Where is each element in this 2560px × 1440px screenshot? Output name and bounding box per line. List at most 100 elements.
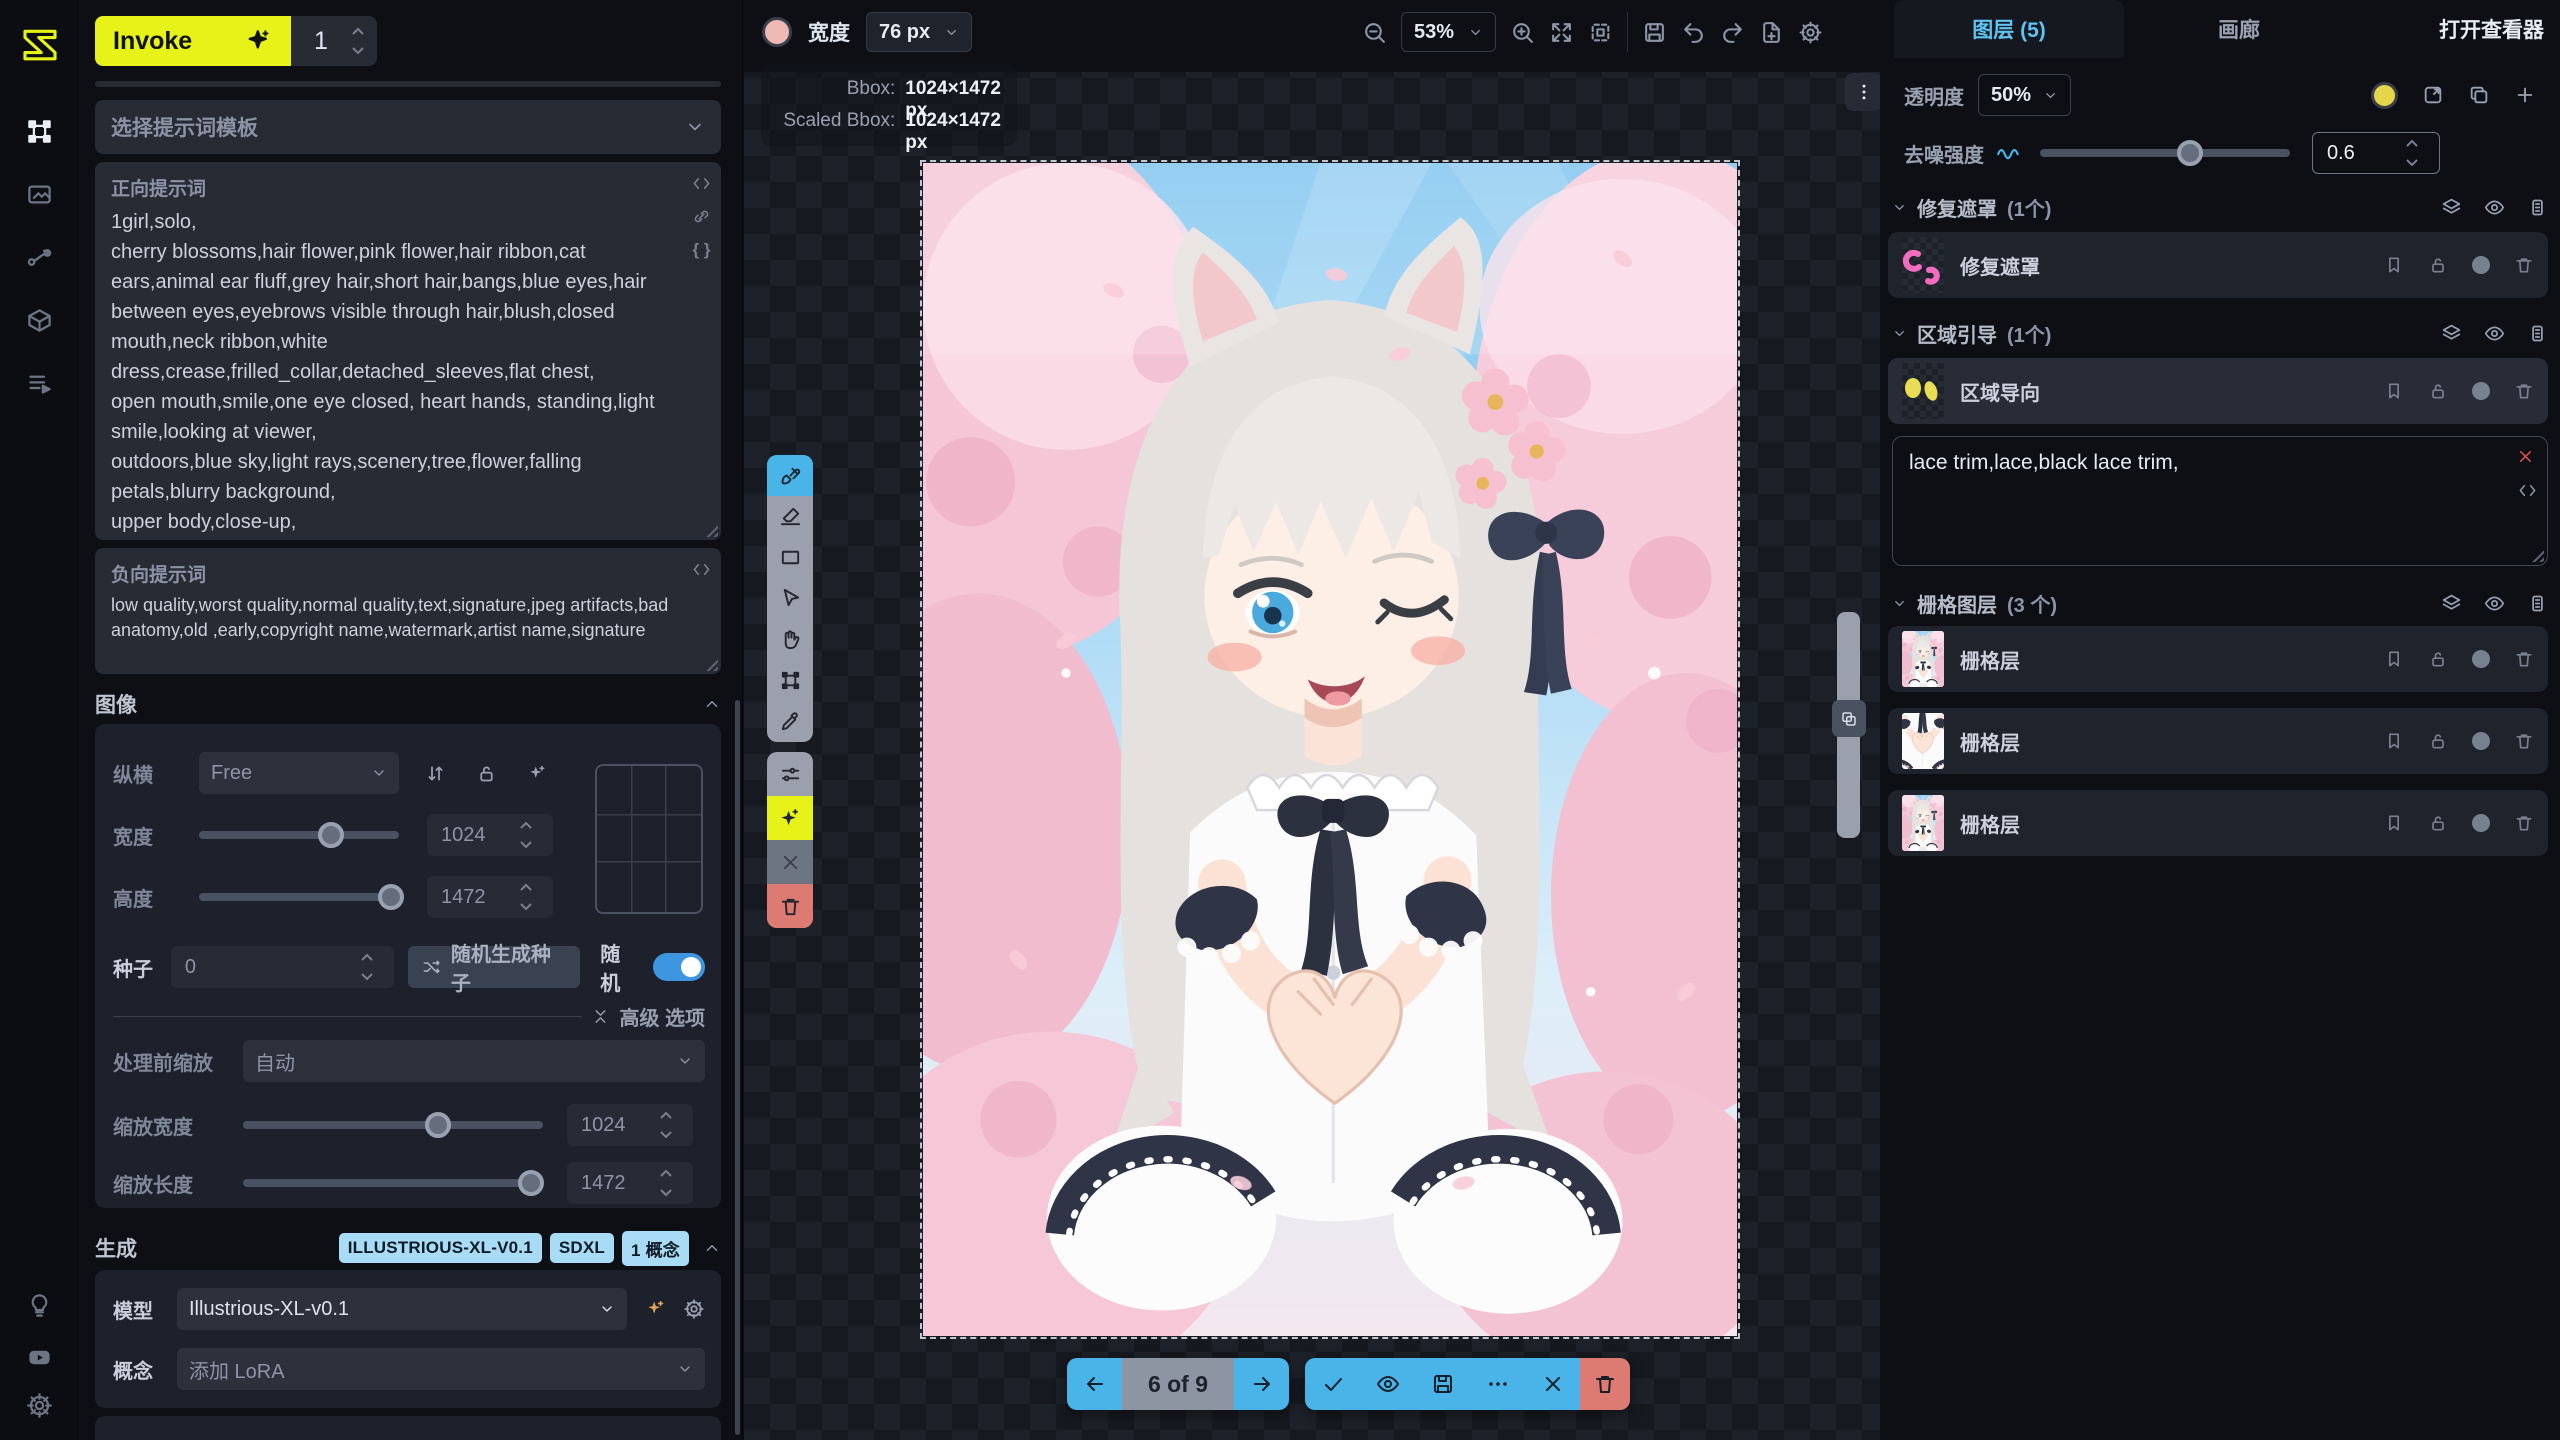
lock-icon[interactable] (2428, 731, 2448, 751)
regional-guidance-layer-row[interactable]: 区域导向 (1888, 358, 2548, 424)
trash-icon[interactable] (2514, 381, 2534, 401)
layer-color-dot[interactable] (2472, 732, 2490, 750)
pan-tool[interactable] (767, 619, 813, 660)
model-select[interactable]: Illustrious-XL-v0.1 (177, 1288, 627, 1330)
frame-icon[interactable] (2527, 323, 2548, 344)
merge-layers-icon[interactable] (2441, 323, 2462, 344)
layer-color-dot[interactable] (2472, 650, 2490, 668)
new-canvas-icon[interactable] (1759, 20, 1784, 45)
nav-queue-icon[interactable] (26, 370, 53, 397)
bookmark-icon[interactable] (2384, 255, 2404, 275)
zoom-in-icon[interactable] (1510, 20, 1535, 45)
canvas-settings-gear-icon[interactable] (1798, 20, 1823, 45)
layer-color-dot[interactable] (2472, 256, 2490, 274)
inpaint-mask-layer-row[interactable]: 修复遮罩 (1888, 232, 2548, 298)
zoom-level-select[interactable]: 53% (1401, 12, 1496, 52)
canvas-menu-button[interactable] (1845, 73, 1880, 111)
staging-discard-button[interactable] (1580, 1358, 1630, 1410)
raster-layer-row[interactable]: 栅格层 (1888, 790, 2548, 856)
lock-icon[interactable] (2428, 255, 2448, 275)
undo-icon[interactable] (1681, 20, 1706, 45)
image-section-header[interactable]: 图像 (95, 686, 721, 722)
generation-section-header[interactable]: 生成 ILLUSTRIOUS-XL-V0.1 SDXL 1 概念 (95, 1230, 721, 1266)
invoke-button[interactable]: Invoke (95, 16, 291, 66)
eyedropper-tool[interactable] (767, 701, 813, 742)
staging-accept-button[interactable] (1305, 1358, 1360, 1410)
height-input[interactable]: 1472 (427, 876, 553, 918)
scale-before-select[interactable]: 自动 (243, 1040, 705, 1082)
tab-gallery[interactable]: 画廊 (2124, 0, 2354, 58)
trash-icon[interactable] (2514, 731, 2534, 751)
regional-prompt-box[interactable]: lace trim,lace,black lace trim, (1892, 436, 2548, 566)
fit-bbox-icon[interactable] (1588, 20, 1613, 45)
link-icon[interactable] (692, 207, 711, 226)
model-settings-gear-icon[interactable] (683, 1298, 705, 1320)
tab-layers[interactable]: 图层 (5) (1894, 0, 2124, 58)
positive-prompt-text[interactable]: 1girl,solo, cherry blossoms,hair flower,… (111, 207, 675, 537)
staging-save-button[interactable] (1415, 1358, 1470, 1410)
brush-tool[interactable] (767, 455, 813, 496)
seed-input[interactable]: 0 (171, 946, 394, 988)
resize-handle[interactable] (703, 656, 718, 671)
rect-tool[interactable] (767, 537, 813, 578)
layer-color-dot[interactable] (2472, 814, 2490, 832)
brush-color-swatch[interactable] (762, 17, 792, 47)
layer-color-swatch[interactable] (2371, 82, 2398, 109)
select-tool[interactable] (767, 578, 813, 619)
bookmark-icon[interactable] (2384, 649, 2404, 669)
model-sparkle-icon[interactable] (645, 1298, 667, 1320)
nav-models-icon[interactable] (26, 307, 53, 334)
width-slider[interactable] (199, 831, 399, 839)
scaled-width-slider[interactable] (243, 1121, 543, 1129)
code-toggle-icon[interactable] (692, 174, 711, 193)
lock-aspect-icon[interactable] (476, 763, 497, 784)
trash-icon[interactable] (2514, 255, 2534, 275)
height-slider[interactable] (199, 893, 399, 901)
negative-prompt-text[interactable]: low quality,worst quality,normal quality… (111, 593, 675, 643)
denoise-input[interactable]: 0.6 (2312, 132, 2440, 174)
canvas-workspace[interactable]: 宽度 76 px 53% Bbox: 1024 (744, 0, 1880, 1440)
nav-workflows-icon[interactable] (26, 244, 53, 271)
queue-count-stepper[interactable]: 1 (291, 16, 377, 66)
raster-layer-row[interactable]: 栅格层 (1888, 708, 2548, 774)
filter-tool[interactable] (767, 752, 813, 796)
layer-color-dot[interactable] (2472, 382, 2490, 400)
add-lora-select[interactable]: 添加 LoRA (177, 1348, 705, 1390)
eraser-tool[interactable] (767, 496, 813, 537)
discard-tool[interactable] (767, 884, 813, 928)
eye-icon[interactable] (2484, 323, 2505, 344)
nav-canvas-icon[interactable] (26, 118, 53, 145)
zoom-out-icon[interactable] (1362, 20, 1387, 45)
bookmark-icon[interactable] (2384, 381, 2404, 401)
regional-guidance-group-header[interactable]: 区域引导 (1个) (1892, 318, 2548, 348)
lock-icon[interactable] (2428, 381, 2448, 401)
staging-cancel-button[interactable] (1525, 1358, 1580, 1410)
raster-layer-row[interactable]: 栅格层 (1888, 626, 2548, 692)
generated-image[interactable] (923, 163, 1737, 1336)
fit-layer-icon[interactable] (2422, 84, 2444, 106)
transform-tool[interactable] (767, 660, 813, 701)
positive-prompt-box[interactable]: 正向提示词 1girl,solo, cherry blossoms,hair f… (95, 162, 721, 540)
prompt-template-selector[interactable]: 选择提示词模板 (95, 100, 721, 154)
clear-prompt-x-icon[interactable] (2516, 447, 2535, 466)
advanced-options-row[interactable]: 高级 选项 (113, 1002, 705, 1031)
resize-handle[interactable] (2529, 547, 2544, 562)
staging-more-button[interactable] (1470, 1358, 1525, 1410)
optimize-size-sparkle-icon[interactable] (527, 763, 548, 784)
aspect-select[interactable]: Free (199, 752, 399, 794)
trash-icon[interactable] (2514, 649, 2534, 669)
lock-icon[interactable] (2428, 813, 2448, 833)
nav-settings-gear-icon[interactable] (26, 1392, 53, 1419)
frame-icon[interactable] (2527, 593, 2548, 614)
nav-video-icon[interactable] (26, 1344, 53, 1371)
compare-panel-button[interactable] (1832, 700, 1866, 737)
braces-icon[interactable]: { } (693, 240, 711, 260)
eye-icon[interactable] (2484, 197, 2505, 218)
staging-next-button[interactable] (1234, 1358, 1289, 1410)
nav-help-bulb-icon[interactable] (26, 1292, 53, 1319)
scaled-height-slider[interactable] (243, 1179, 543, 1187)
merge-layers-icon[interactable] (2441, 593, 2462, 614)
resize-handle[interactable] (703, 522, 718, 537)
scaled-width-input[interactable]: 1024 (567, 1104, 693, 1146)
stepper-arrows[interactable] (351, 27, 377, 55)
